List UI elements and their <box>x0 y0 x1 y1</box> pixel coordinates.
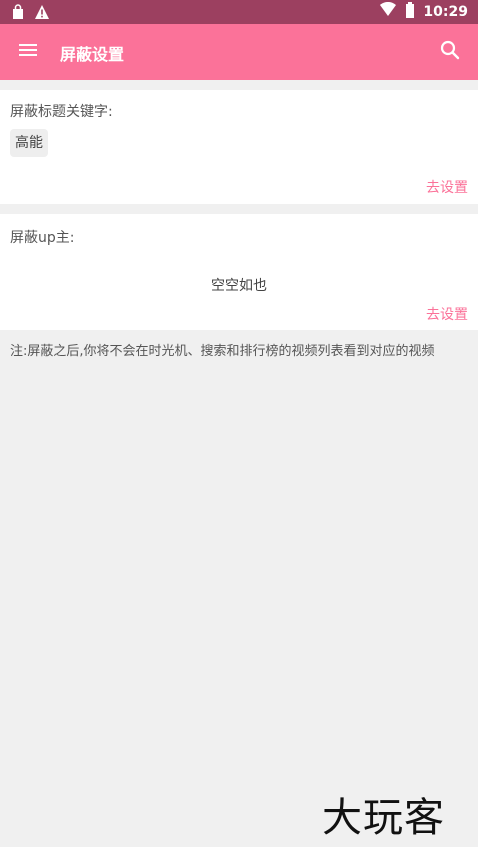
bag-icon <box>10 4 26 24</box>
status-left-icons <box>10 4 50 24</box>
app-bar: 屏蔽设置 <box>0 24 478 80</box>
keyword-chip: 高能 <box>10 129 48 157</box>
search-icon <box>440 40 460 64</box>
status-time: 10:29 <box>423 4 468 20</box>
battery-icon <box>405 2 415 22</box>
keyword-section: 屏蔽标题关键字: 高能 去设置 <box>0 90 478 204</box>
note-text: 注:屏蔽之后,你将不会在时光机、搜索和排行榜的视频列表看到对应的视频 <box>10 344 435 359</box>
empty-state-text: 空空如也 <box>211 278 267 294</box>
menu-button[interactable] <box>10 34 46 70</box>
up-settings-link[interactable]: 去设置 <box>426 304 468 324</box>
keyword-section-label: 屏蔽标题关键字: <box>10 104 113 120</box>
up-section-label: 屏蔽up主: <box>10 230 75 246</box>
status-bar: 10:29 <box>0 0 478 24</box>
watermark-logo: 大玩客 <box>322 795 445 841</box>
menu-icon <box>18 42 38 62</box>
page-title: 屏蔽设置 <box>60 45 125 64</box>
keyword-settings-link[interactable]: 去设置 <box>426 177 468 197</box>
up-section: 屏蔽up主: 空空如也 去设置 <box>0 214 478 330</box>
status-right: 10:29 <box>379 1 468 22</box>
warning-icon <box>34 4 50 24</box>
search-button[interactable] <box>432 34 468 70</box>
wifi-icon <box>379 1 397 22</box>
